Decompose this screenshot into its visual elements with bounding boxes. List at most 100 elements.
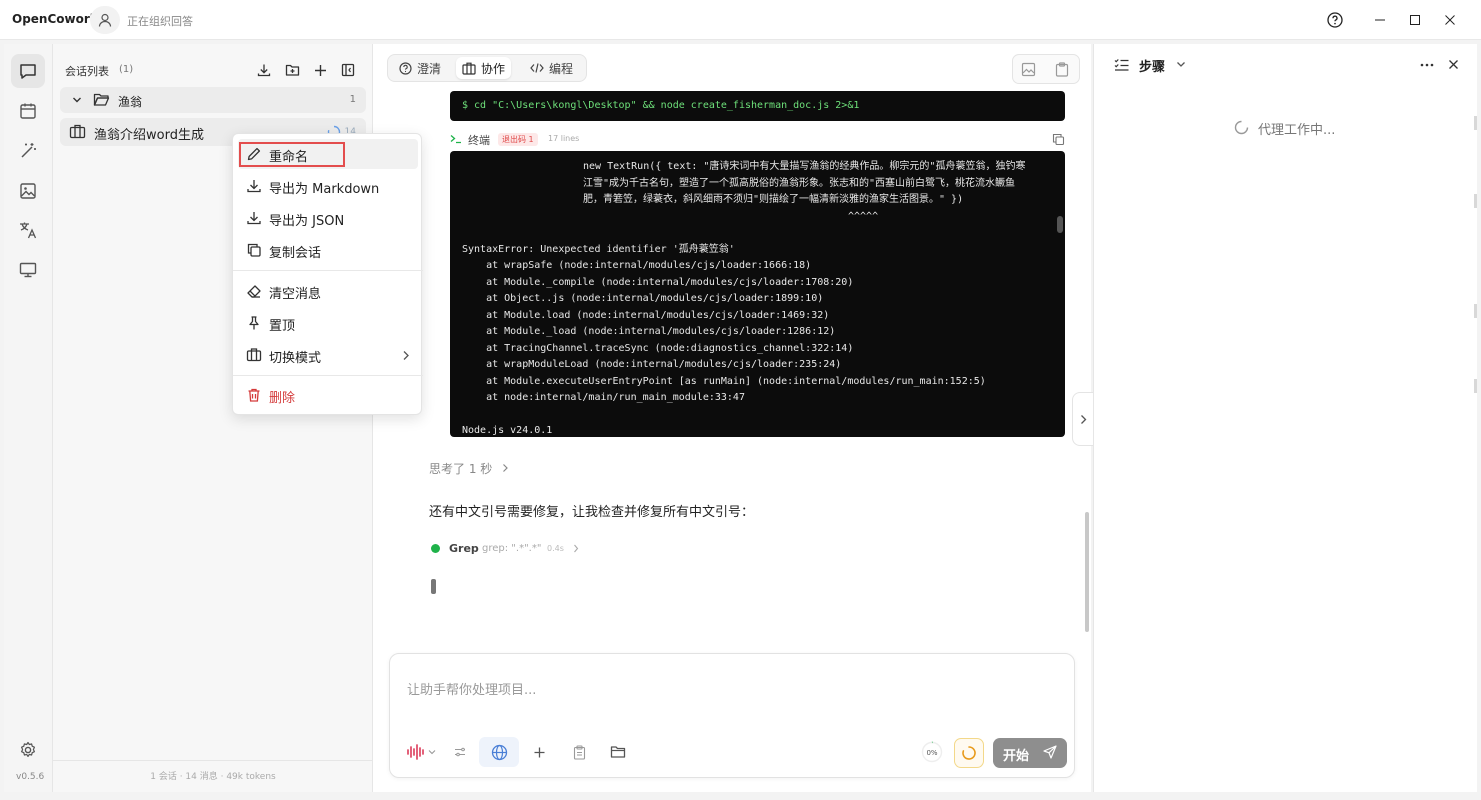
menu-item-export-json[interactable]: 导出为 JSON (238, 203, 418, 233)
download-icon (247, 212, 261, 225)
streaming-cursor (431, 579, 436, 594)
folder-plus-icon (285, 64, 299, 76)
terminal-line: at TracingChannel.traceSync (node:diagno… (462, 342, 854, 354)
mode-tabs: 澄清 协作 编程 (387, 54, 587, 82)
monitor-icon (19, 262, 37, 278)
menu-divider (233, 375, 423, 376)
rename-highlight-box (239, 142, 345, 167)
sidebar-count: (1) (119, 64, 134, 75)
terminal-line: at Module._compile (node:internal/module… (462, 276, 854, 288)
nav-chat[interactable] (11, 54, 45, 88)
new-folder-button[interactable] (281, 59, 303, 81)
globe-icon (491, 744, 507, 760)
copy-icon (247, 243, 261, 257)
start-button[interactable]: 开始 (993, 738, 1067, 768)
terminal-output: new TextRun({ text: "唐诗宋词中有大量描写渔翁的经典作品。柳… (450, 151, 1065, 437)
code-icon (530, 63, 544, 73)
title-bar: OpenCowork 正在组织回答 (0, 0, 1481, 40)
toggle-steps-panel[interactable] (1072, 392, 1094, 446)
new-conversation-button[interactable] (309, 59, 331, 81)
menu-item-label: 切换模式 (269, 351, 322, 366)
menu-item-label: 复制会话 (269, 246, 322, 261)
calendar-icon (20, 103, 36, 119)
nav-magic[interactable] (11, 134, 45, 168)
clipboard-button[interactable] (568, 737, 590, 767)
menu-item-clear[interactable]: 清空消息 (238, 276, 418, 306)
options-button[interactable] (450, 737, 470, 767)
copy-icon[interactable] (1052, 133, 1065, 146)
terminal-icon (450, 135, 461, 144)
chat-icon (20, 64, 36, 79)
nav-settings[interactable] (11, 733, 45, 767)
agent-status: 代理工作中... (1258, 123, 1336, 138)
gear-icon (21, 741, 35, 757)
menu-item-switch-mode[interactable]: 切换模式 (238, 340, 418, 370)
menu-item-label: 导出为 JSON (269, 214, 345, 229)
image-tools (1012, 54, 1080, 84)
folder-item[interactable]: 渔翁 1 (60, 87, 366, 113)
close-icon (1445, 15, 1455, 25)
voice-button[interactable] (402, 737, 440, 767)
magic-wand-icon (21, 143, 36, 158)
conversation-context-menu: 重命名 导出为 Markdown 导出为 JSON 复制会话 清空消息 置顶 切… (232, 133, 423, 415)
help-button[interactable] (1323, 8, 1347, 32)
chevron-down-icon[interactable] (1176, 61, 1186, 68)
chevron-right-icon (574, 544, 579, 553)
help-circle-icon (399, 61, 412, 75)
plus-icon (314, 64, 326, 76)
tool-args: grep: ".*".*" (482, 543, 542, 554)
terminal-line: at Module.load (node:internal/modules/cj… (462, 309, 830, 321)
tool-name: Grep (449, 542, 479, 555)
clipboard-icon[interactable] (1055, 62, 1069, 77)
edge-scroll-mark (1474, 304, 1477, 318)
thinking-toggle[interactable]: 思考了 1 秒 (429, 460, 509, 477)
open-folder-button[interactable] (607, 737, 629, 767)
menu-item-pin[interactable]: 置顶 (238, 308, 418, 338)
chevron-down-icon (428, 750, 436, 755)
menu-item-copy[interactable]: 复制会话 (238, 235, 418, 265)
minimize-button[interactable] (1368, 8, 1392, 32)
chat-scrollbar[interactable] (1085, 512, 1089, 632)
menu-divider (233, 270, 423, 271)
close-icon[interactable] (1448, 59, 1459, 70)
auto-loop-button[interactable] (954, 738, 984, 768)
user-avatar[interactable] (90, 6, 120, 34)
terminal-line: Node.js v24.0.1 (462, 425, 553, 436)
tab-collaborate[interactable]: 协作 (456, 57, 512, 79)
close-window-button[interactable] (1438, 8, 1462, 32)
start-label: 开始 (1003, 749, 1030, 764)
message-composer[interactable]: 让助手帮你处理项目... 0% 开始 (389, 653, 1075, 778)
refresh-icon (962, 746, 976, 760)
nav-calendar[interactable] (11, 94, 45, 128)
web-search-button[interactable] (479, 737, 519, 767)
maximize-button[interactable] (1403, 8, 1427, 32)
menu-item-label: 置顶 (269, 319, 296, 334)
nav-image[interactable] (11, 174, 45, 208)
terminal-command: $ cd "C:\Users\kongl\Desktop" && node cr… (450, 91, 1065, 121)
sliders-icon (455, 747, 465, 757)
chevron-right-icon (1080, 414, 1086, 424)
tab-clarify[interactable]: 澄清 (393, 57, 447, 79)
tab-code[interactable]: 编程 (524, 57, 579, 79)
terminal-scrollbar[interactable] (1057, 216, 1063, 233)
import-button[interactable] (253, 59, 275, 81)
thinking-label: 思考了 1 秒 (429, 462, 493, 476)
edge-scroll-mark (1474, 379, 1477, 393)
more-icon[interactable] (1420, 63, 1434, 67)
nav-monitor[interactable] (11, 253, 45, 287)
app-version: v0.5.6 (16, 772, 45, 782)
menu-item-export-markdown[interactable]: 导出为 Markdown (238, 171, 418, 201)
nav-translate[interactable] (11, 213, 45, 247)
trash-icon (248, 388, 260, 402)
composer-placeholder[interactable]: 让助手帮你处理项目... (407, 679, 536, 698)
folder-name: 渔翁 (118, 95, 143, 109)
collapse-sidebar-button[interactable] (337, 59, 359, 81)
status-text: 正在组织回答 (127, 15, 193, 28)
edge-scroll-mark (1474, 116, 1477, 130)
image-edit-icon[interactable] (1021, 62, 1036, 77)
add-attachment-button[interactable] (528, 737, 550, 767)
edge-scroll-mark (1474, 194, 1477, 208)
minimize-icon (1375, 19, 1385, 21)
menu-item-delete[interactable]: 删除 (238, 380, 418, 410)
